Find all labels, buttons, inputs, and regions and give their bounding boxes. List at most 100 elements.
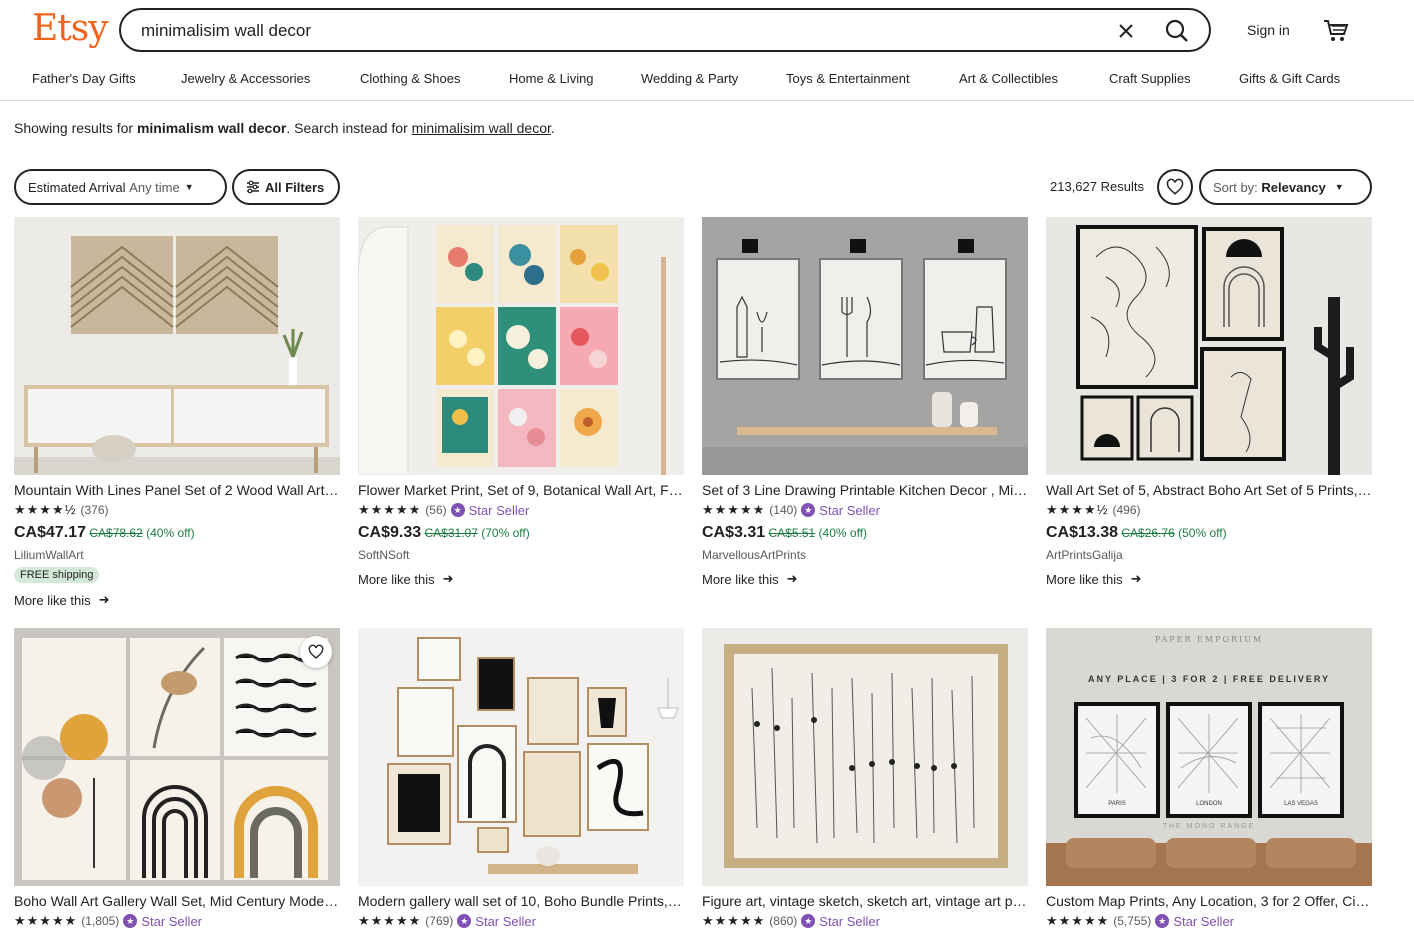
nav-item-gifts[interactable]: Gifts & Gift Cards [1239,71,1340,86]
original-query-link[interactable]: minimalisim wall decor [412,120,551,136]
listing-title[interactable]: Figure art, vintage sketch, sketch art, … [702,893,1028,909]
caret-down-icon: ▼ [1334,182,1344,192]
more-like-this-link[interactable]: More like this ➜ [358,571,684,587]
listing-image[interactable] [358,217,684,475]
nav-item-jewelry[interactable]: Jewelry & Accessories [181,71,310,86]
search-bar[interactable] [119,8,1211,52]
nav-item-clothing[interactable]: Clothing & Shoes [360,71,460,86]
star-seller-badge: ★ Star Seller [457,914,536,929]
listing-title[interactable]: Flower Market Print, Set of 9, Botanical… [358,482,684,498]
review-count: (140) [769,503,798,517]
listing-image[interactable] [358,628,684,886]
map-brand-text: PAPER EMPORIUM [1155,635,1263,644]
cart-icon[interactable] [1322,16,1350,44]
sale-price: CA$13.38 [1046,524,1119,541]
nav-item-toys[interactable]: Toys & Entertainment [786,71,910,86]
nav-item-art[interactable]: Art & Collectibles [959,71,1058,86]
star-seller-icon: ★ [450,503,465,517]
listing-title[interactable]: Mountain With Lines Panel Set of 2 Wood … [14,482,340,498]
listing-card[interactable]: Modern gallery wall set of 10, Boho Bund… [358,628,684,929]
search-icon[interactable] [1163,17,1191,45]
close-icon[interactable] [1113,18,1139,44]
more-like-this-label: More like this [1046,571,1123,587]
arrow-right-icon: ➜ [98,592,110,607]
review-count: (769) [425,914,454,928]
listing-card[interactable]: Flower Market Print, Set of 9, Botanical… [358,217,684,587]
listing-image[interactable] [14,628,340,886]
category-nav: Father's Day Gifts Jewelry & Accessories… [0,68,1414,92]
listing-image[interactable] [702,217,1028,475]
listing-rating: ★★★★★ (769) ★ Star Seller [358,913,684,929]
site-header: Etsy Sign in Father's Day Gifts Jewelry … [0,0,1414,101]
listing-card[interactable]: Mountain With Lines Panel Set of 2 Wood … [14,217,340,608]
review-count: (376) [80,503,109,517]
heart-icon [1166,178,1184,195]
listing-card[interactable]: Boho Wall Art Gallery Wall Set, Mid Cent… [14,628,340,929]
heart-icon [308,644,324,659]
favorite-button[interactable] [300,636,332,668]
shop-name[interactable]: MarvellousArtPrints [702,548,1028,562]
nav-item-craft[interactable]: Craft Supplies [1109,71,1191,86]
search-input[interactable] [139,18,1083,44]
sort-value: Relevancy [1261,179,1326,195]
star-rating: ★★★★★ [358,913,422,928]
nav-item-home[interactable]: Home & Living [509,71,594,86]
star-seller-badge: ★ Star Seller [801,503,880,518]
more-like-this-link[interactable]: More like this ➜ [14,592,340,608]
estimated-arrival-filter[interactable]: Estimated Arrival Any time ▼ [14,169,227,205]
listing-image[interactable] [14,217,340,475]
more-like-this-link[interactable]: More like this ➜ [702,571,1028,587]
all-filters-button[interactable]: All Filters [232,169,340,205]
nav-item-fathers-day[interactable]: Father's Day Gifts [32,71,136,86]
listing-card[interactable]: PAPER EMPORIUM ANY PLACE | 3 FOR 2 | FRE… [1046,628,1372,929]
shop-name[interactable]: SoftNSoft [358,548,684,562]
listing-image[interactable] [702,628,1028,886]
original-price: CA$26.76 [1121,526,1175,540]
save-search-button[interactable] [1157,169,1193,205]
listing-title[interactable]: Boho Wall Art Gallery Wall Set, Mid Cent… [14,893,340,909]
etsy-logo[interactable]: Etsy [32,8,109,49]
price-row: CA$13.38 CA$26.76 (50% off) [1046,524,1372,542]
map-city-london: LONDON [1196,801,1222,807]
star-seller-label: Star Seller [819,502,880,518]
star-seller-icon: ★ [1155,914,1170,928]
star-seller-icon: ★ [123,914,138,928]
star-rating: ★★★★★ [702,502,766,517]
listing-image[interactable] [1046,217,1372,475]
map-range-text: THE MONO RANGE [1163,823,1256,830]
discount: (50% off) [1178,526,1227,540]
price-row: CA$3.31 CA$5.51 (40% off) [702,524,1028,542]
review-count: (860) [769,914,798,928]
star-rating: ★★★★★ [1046,913,1110,928]
review-count: (496) [1112,503,1141,517]
listing-card[interactable]: Wall Art Set of 5, Abstract Boho Art Set… [1046,217,1372,587]
original-price: CA$78.62 [89,526,143,540]
listing-rating: ★★★★½ (496) [1046,502,1372,518]
star-rating: ★★★★★ [702,913,766,928]
star-seller-label: Star Seller [1173,913,1235,929]
listing-title[interactable]: Wall Art Set of 5, Abstract Boho Art Set… [1046,482,1372,498]
sort-dropdown[interactable]: Sort by: Relevancy ▼ [1199,169,1372,205]
listing-card[interactable]: Figure art, vintage sketch, sketch art, … [702,628,1028,929]
star-seller-badge: ★ Star Seller [801,914,880,929]
arrival-value: Any time [129,179,180,195]
star-seller-label: Star Seller [468,502,530,518]
sign-in-link[interactable]: Sign in [1247,22,1290,38]
nav-item-wedding[interactable]: Wedding & Party [641,71,738,86]
listing-card[interactable]: Set of 3 Line Drawing Printable Kitchen … [702,217,1028,587]
more-like-this-link[interactable]: More like this ➜ [1046,571,1372,587]
arrival-label: Estimated Arrival [28,179,126,195]
map-city-paris: PARIS [1108,801,1126,807]
map-city-las-vegas: LAS VEGAS [1284,801,1318,807]
arrow-right-icon: ➜ [442,571,454,586]
star-seller-badge: ★ Star Seller [123,914,202,929]
all-filters-label: All Filters [265,179,325,195]
listing-title[interactable]: Set of 3 Line Drawing Printable Kitchen … [702,482,1028,498]
shop-name[interactable]: ArtPrintsGalija [1046,548,1372,562]
listing-title[interactable]: Custom Map Prints, Any Location, 3 for 2… [1046,893,1372,909]
listing-title[interactable]: Modern gallery wall set of 10, Boho Bund… [358,893,684,909]
star-seller-icon: ★ [801,503,816,517]
shop-name[interactable]: LiliumWallArt [14,548,340,562]
listing-image[interactable]: PAPER EMPORIUM ANY PLACE | 3 FOR 2 | FRE… [1046,628,1372,886]
listing-rating: ★★★★★ (140) ★ Star Seller [702,502,1028,518]
